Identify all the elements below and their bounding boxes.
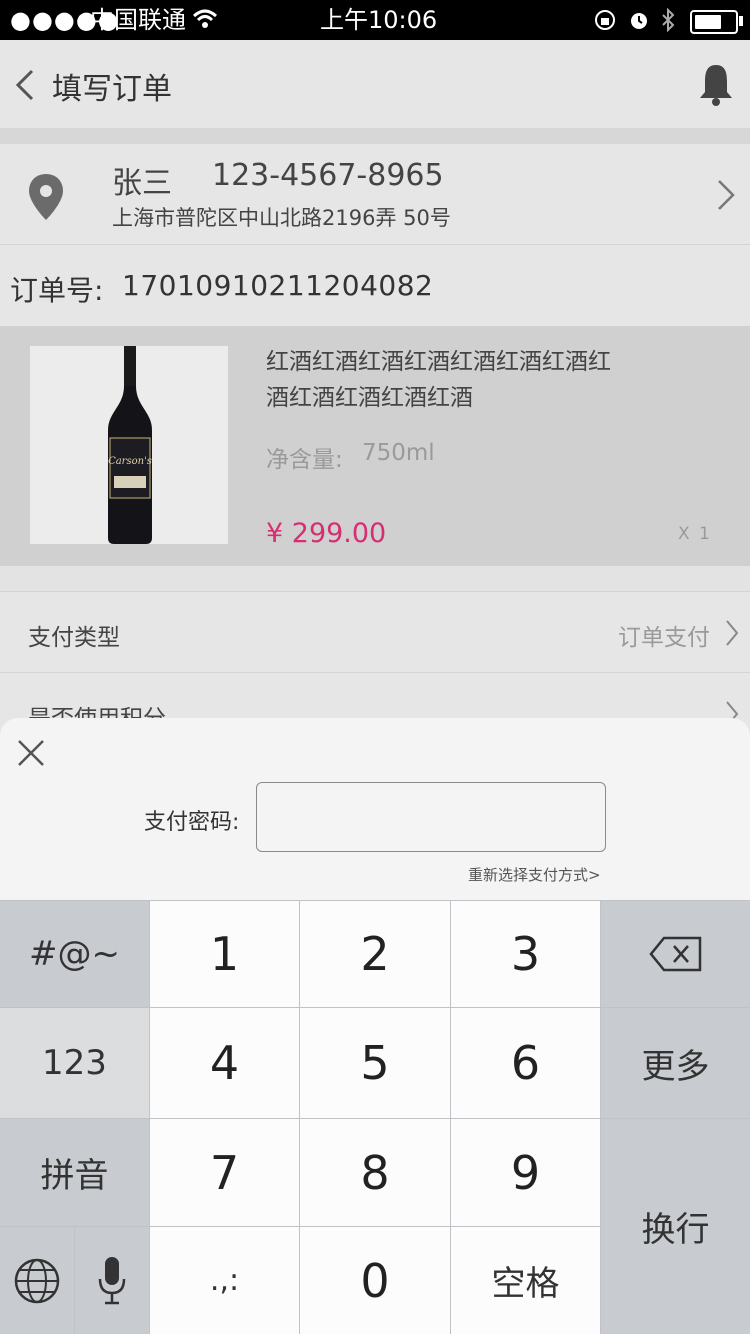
clock: 上午10:06	[320, 6, 438, 34]
wine-bottle-image: Carson's	[108, 346, 152, 544]
order-number-label: 订单号:	[10, 274, 104, 307]
product-quantity: X 1	[678, 524, 712, 544]
spec-label: 净含量:	[266, 447, 343, 473]
key-5[interactable]: 5	[300, 1008, 450, 1118]
globe-key[interactable]	[0, 1227, 74, 1334]
location-pin-icon	[29, 174, 63, 220]
order-number-value: 17010910211204082	[122, 269, 434, 302]
alarm-icon	[631, 13, 647, 29]
password-input[interactable]	[256, 782, 606, 852]
more-key[interactable]: 更多	[601, 1008, 750, 1118]
recipient-name: 张三	[112, 166, 172, 201]
microphone-icon	[98, 1256, 126, 1304]
battery-tip	[739, 16, 743, 26]
status-bar: ●●●●● 中国联通 上午10:06	[0, 0, 750, 40]
spec-value: 750ml	[362, 440, 435, 466]
nav-bar: 填写订单	[0, 40, 750, 128]
key-9[interactable]: 9	[451, 1119, 600, 1226]
numeric-123-key[interactable]: 123	[0, 1008, 149, 1118]
product-name-line2: 酒红酒红酒红酒红酒	[266, 385, 473, 411]
key-0[interactable]: 0	[300, 1227, 450, 1334]
payment-type-label: 支付类型	[28, 625, 120, 651]
address-row[interactable]: 张三 123-4567-8965 上海市普陀区中山北路2196弄 50号	[0, 144, 750, 244]
punctuation-key[interactable]: .,:	[150, 1227, 299, 1334]
enter-key[interactable]: 换行	[601, 1119, 750, 1334]
key-7[interactable]: 7	[150, 1119, 299, 1226]
reselect-payment-link[interactable]: 重新选择支付方式>	[468, 864, 601, 885]
product-card[interactable]: Carson's 红酒红酒红酒红酒红酒红酒红酒红 酒红酒红酒红酒红酒 净含量: …	[0, 326, 750, 566]
bottle-label: Carson's	[108, 456, 152, 467]
back-icon[interactable]	[14, 68, 36, 102]
chevron-right-icon	[726, 620, 739, 646]
payment-type-row[interactable]: 支付类型 订单支付	[0, 592, 750, 672]
key-2[interactable]: 2	[300, 901, 450, 1007]
order-number-row: 订单号: 17010910211204082	[0, 245, 750, 326]
rotation-lock-icon	[595, 10, 615, 30]
key-3[interactable]: 3	[451, 901, 600, 1007]
section-separator	[0, 128, 750, 144]
symbols-key[interactable]: #@~	[0, 901, 149, 1007]
close-icon[interactable]	[16, 738, 46, 768]
battery-icon	[690, 10, 738, 34]
backspace-icon	[648, 936, 701, 972]
key-8[interactable]: 8	[300, 1119, 450, 1226]
key-6[interactable]: 6	[451, 1008, 600, 1118]
chevron-right-icon	[718, 180, 735, 210]
wifi-icon	[192, 9, 218, 28]
space-key[interactable]: 空格	[451, 1227, 600, 1334]
page-title: 填写订单	[52, 72, 172, 107]
product-name-line1: 红酒红酒红酒红酒红酒红酒红酒红	[266, 349, 611, 375]
mic-key[interactable]	[75, 1227, 149, 1334]
product-image: Carson's	[30, 346, 228, 544]
section-separator	[0, 566, 750, 591]
key-4[interactable]: 4	[150, 1008, 299, 1118]
carrier-label: 中国联通	[90, 6, 186, 34]
address-detail: 上海市普陀区中山北路2196弄 50号	[112, 206, 451, 230]
globe-icon	[14, 1258, 60, 1303]
product-price: ¥ 299.00	[266, 518, 387, 549]
password-label: 支付密码:	[144, 810, 240, 835]
key-1[interactable]: 1	[150, 901, 299, 1007]
recipient-phone: 123-4567-8965	[212, 158, 444, 193]
payment-type-value: 订单支付	[618, 625, 710, 651]
bell-icon[interactable]	[698, 62, 734, 106]
bluetooth-icon	[662, 8, 675, 32]
pinyin-key[interactable]: 拼音	[0, 1119, 149, 1226]
backspace-key[interactable]	[601, 901, 750, 1007]
